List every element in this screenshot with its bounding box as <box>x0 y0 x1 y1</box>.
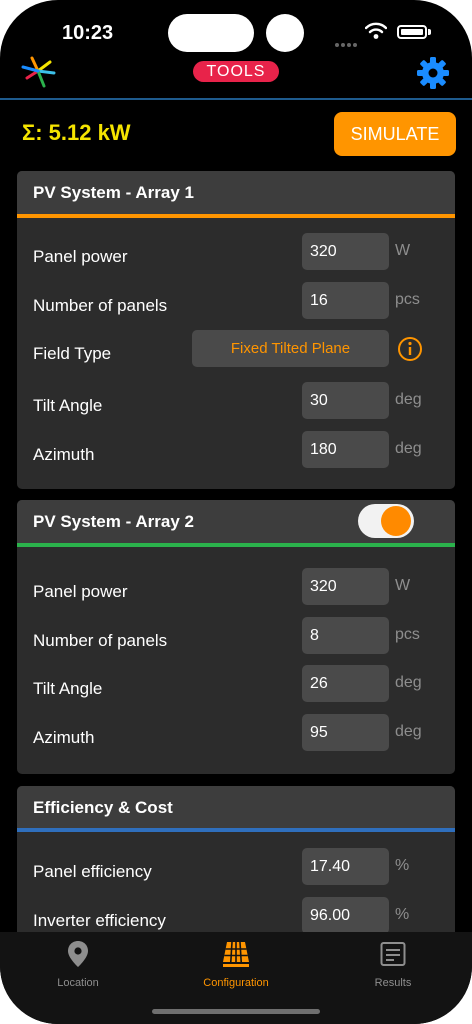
efficiency-header: Efficiency & Cost <box>17 786 455 832</box>
total-power-label: Σ: 5.12 kW <box>22 120 131 145</box>
array2-tilt-row: Tilt Angle 26 deg <box>17 665 455 714</box>
dynamic-island-camera <box>266 14 304 52</box>
inverter-efficiency-input[interactable]: 96.00 <box>302 896 389 934</box>
array1-panel-power-input[interactable]: 320 <box>302 233 389 270</box>
tilt-unit: deg <box>395 674 422 691</box>
panel-count-unit: pcs <box>395 625 420 643</box>
azimuth-unit: deg <box>395 439 422 457</box>
solar-panel-icon <box>223 941 249 967</box>
array1-field-type-row: Field Type Fixed Tilted Plane <box>17 330 455 382</box>
panel-power-unit: W <box>395 242 411 259</box>
array2-header: PV System - Array 2 <box>17 500 455 547</box>
azimuth-label: Azimuth <box>33 727 95 747</box>
array1-tilt-row: Tilt Angle 30 deg <box>17 382 455 431</box>
array2-panel-power-input[interactable]: 320 <box>302 568 389 605</box>
wifi-icon <box>365 22 387 39</box>
phone-screen: 10:23 TOOLS Σ: 5.12 kW SIMULATE PV Syste… <box>0 0 472 1024</box>
panel-efficiency-input[interactable]: 17.40 <box>302 848 389 885</box>
panel-efficiency-unit: % <box>395 857 410 874</box>
array1-card: PV System - Array 1 Panel power 320 W Nu… <box>17 171 455 489</box>
panel-count-label: Number of panels <box>33 630 168 650</box>
status-time: 10:23 <box>62 22 114 44</box>
efficiency-title: Efficiency & Cost <box>33 798 173 817</box>
tab-results-label: Results <box>374 977 412 989</box>
panel-count-unit: pcs <box>395 290 420 308</box>
array1-title: PV System - Array 1 <box>33 183 194 202</box>
field-type-selector[interactable]: Fixed Tilted Plane <box>192 330 389 367</box>
panel-power-label: Panel power <box>33 247 128 266</box>
array1-tilt-input[interactable]: 30 <box>302 382 389 419</box>
panel-power-unit: W <box>395 577 411 594</box>
array2-panel-count-input[interactable]: 8 <box>302 616 389 654</box>
toggle-knob <box>381 506 411 536</box>
azimuth-unit: deg <box>395 722 422 740</box>
battery-icon <box>397 25 427 39</box>
panel-count-label: Number of panels <box>33 295 168 315</box>
tilt-angle-label: Tilt Angle <box>33 679 103 698</box>
array1-panel-count-input[interactable]: 16 <box>302 281 389 319</box>
azimuth-label: Azimuth <box>33 444 95 464</box>
battery-tip <box>428 29 431 35</box>
array2-title: PV System - Array 2 <box>33 512 194 531</box>
array1-azimuth-input[interactable]: 180 <box>302 430 389 468</box>
settings-gear-icon[interactable] <box>416 56 450 90</box>
array2-panel-power-row: Panel power 320 W <box>17 568 455 617</box>
field-type-label: Field Type <box>33 344 112 363</box>
tools-button[interactable]: TOOLS <box>193 61 279 82</box>
tab-location-label: Location <box>57 977 99 989</box>
array2-azimuth-input[interactable]: 95 <box>302 713 389 751</box>
array2-enable-toggle[interactable] <box>358 504 414 538</box>
summary-row: Σ: 5.12 kW SIMULATE <box>0 104 472 164</box>
results-list-icon <box>380 942 406 966</box>
array2-azimuth-row: Azimuth 95 deg <box>17 713 455 763</box>
dynamic-island-pill <box>168 14 254 52</box>
array1-panel-count-row: Number of panels 16 pcs <box>17 281 455 331</box>
app-logo-icon <box>21 56 56 88</box>
tab-configuration[interactable]: Configuration <box>176 940 296 989</box>
tab-configuration-label: Configuration <box>203 977 269 989</box>
tilt-unit: deg <box>395 391 422 408</box>
array1-panel-power-row: Panel power 320 W <box>17 233 455 282</box>
panel-efficiency-row: Panel efficiency 17.40 % <box>17 848 455 897</box>
tilt-angle-label: Tilt Angle <box>33 396 103 415</box>
array1-header: PV System - Array 1 <box>17 171 455 218</box>
array2-tilt-input[interactable]: 26 <box>302 665 389 702</box>
inverter-efficiency-label: Inverter efficiency <box>33 910 166 930</box>
info-icon[interactable] <box>397 336 423 362</box>
array2-card: PV System - Array 2 Panel power 320 W Nu… <box>17 500 455 774</box>
simulate-button[interactable]: SIMULATE <box>334 112 456 156</box>
tab-results[interactable]: Results <box>333 940 453 989</box>
array2-panel-count-row: Number of panels 8 pcs <box>17 616 455 666</box>
home-indicator <box>152 1009 320 1014</box>
tab-location[interactable]: Location <box>18 940 138 989</box>
array1-azimuth-row: Azimuth 180 deg <box>17 430 455 480</box>
panel-efficiency-label: Panel efficiency <box>33 862 152 881</box>
panel-power-label: Panel power <box>33 582 128 601</box>
app-navbar: TOOLS <box>0 50 472 100</box>
location-pin-icon <box>68 941 88 967</box>
inverter-efficiency-unit: % <box>395 905 410 923</box>
